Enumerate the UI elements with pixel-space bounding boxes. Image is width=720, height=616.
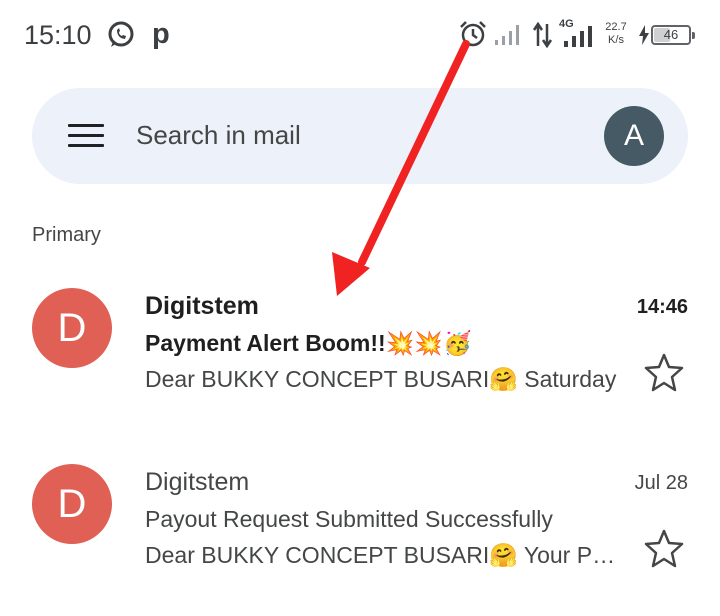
battery-icon: 46 [651,25,695,45]
p-icon: p [152,18,170,50]
charging-bolt-icon [639,25,649,45]
mail-snippet: Dear BUKKY CONCEPT BUSARI🤗 Your Payout [145,542,625,568]
status-bar: 15:10 p 4G 22.7 K/s 46 [0,0,720,72]
mail-list-item[interactable]: D Digitstem Payout Request Submitted Suc… [0,446,720,616]
mail-list-item[interactable]: D Digitstem Payment Alert Boom!!💥💥🥳 Dear… [0,270,720,440]
mail-subject: Payment Alert Boom!!💥💥🥳 [145,330,472,356]
mail-sender: Digitstem [145,292,259,320]
network-speed: 22.7 K/s [601,21,631,47]
star-icon[interactable] [644,352,684,392]
mail-date: Jul 28 [634,472,688,494]
search-bar[interactable]: Search in mail A [32,88,688,184]
alarm-icon [460,21,486,47]
star-icon[interactable] [644,528,684,568]
whatsapp-icon [108,21,134,47]
battery-level: 46 [663,27,679,42]
signal-icon [495,25,519,45]
mail-snippet: Dear BUKKY CONCEPT BUSARI🤗 Saturday [145,366,617,392]
mail-date: 14:46 [636,296,688,318]
battery-tip [692,32,695,39]
mail-sender: Digitstem [145,468,250,496]
speed-value: 22.7 [605,21,627,33]
sender-avatar[interactable]: D [32,464,112,544]
search-input[interactable]: Search in mail [136,120,301,151]
data-updown-icon [532,22,553,48]
section-label-primary: Primary [32,224,101,246]
account-avatar[interactable]: A [604,106,664,166]
hamburger-menu-icon[interactable] [68,124,106,148]
mail-subject: Payout Request Submitted Successfully [145,506,553,532]
speed-unit: K/s [608,34,624,46]
sender-avatar[interactable]: D [32,288,112,368]
status-time: 15:10 [24,20,92,50]
signal-4g-icon [564,26,592,47]
